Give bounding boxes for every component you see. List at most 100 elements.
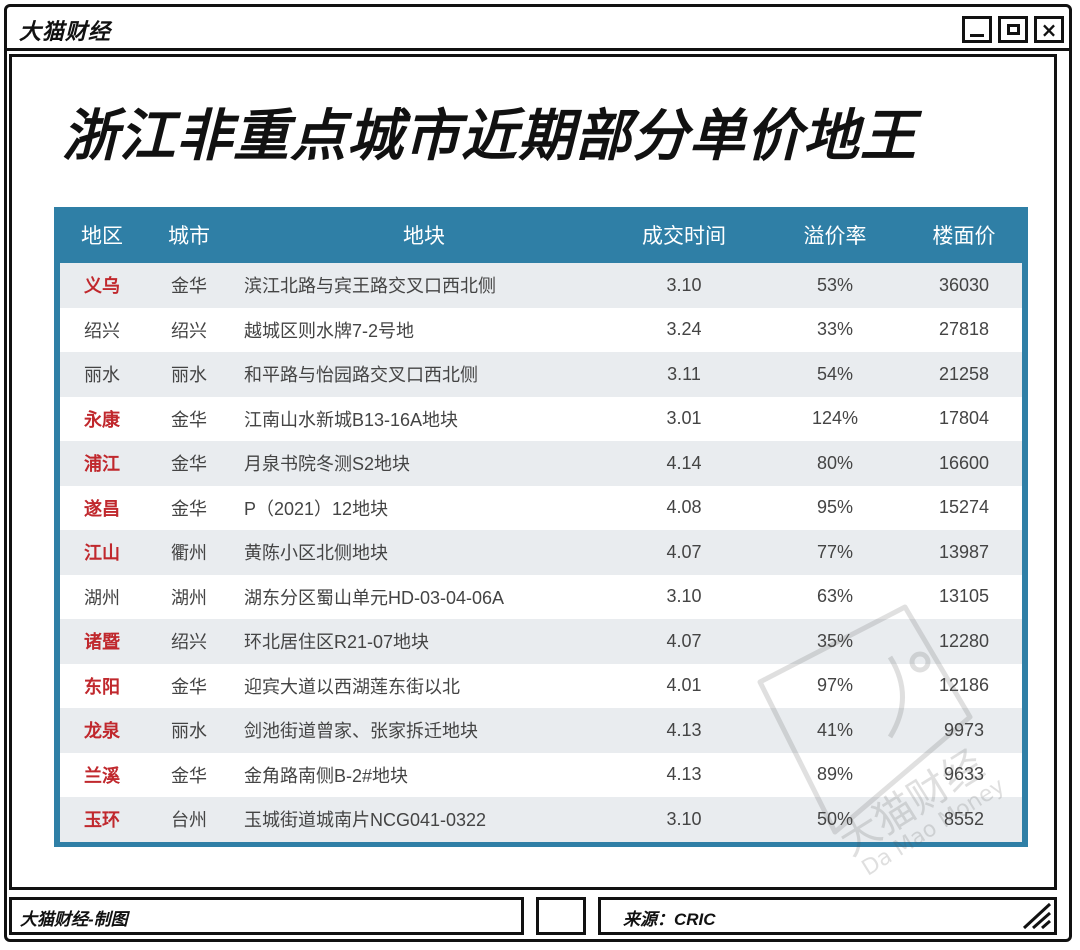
- app-title: 大猫财经: [19, 19, 112, 44]
- cell-region: 湖州: [84, 587, 120, 608]
- cell-date: 3.11: [667, 363, 701, 384]
- cell-floor-price: 8552: [943, 808, 985, 829]
- cell-floor-price: 16600: [938, 452, 990, 473]
- table-row: 浦江 金华 月泉书院冬测S2地块 4.14 80% 16600: [60, 441, 1022, 486]
- cell-region: 丽水: [84, 365, 120, 386]
- table-row: 玉环 台州 玉城街道城南片NCG041-0322 3.10 50% 8552: [60, 797, 1022, 842]
- close-button[interactable]: ×: [1034, 16, 1064, 43]
- cell-premium: 50%: [816, 808, 854, 829]
- cell-premium: 124%: [811, 408, 859, 429]
- cell-premium: 89%: [816, 764, 854, 785]
- cell-premium: 35%: [816, 630, 854, 651]
- cell-plot: 和平路与怡园路交叉口西北侧: [244, 365, 478, 386]
- header-premium: 溢价率: [803, 225, 867, 248]
- cell-floor-price: 17804: [938, 408, 990, 429]
- cell-plot: 越城区则水牌7-2号地: [244, 320, 415, 341]
- cell-floor-price: 21258: [938, 363, 990, 384]
- header-region: 地区: [81, 225, 123, 248]
- title-bar: 大猫财经 ×: [7, 7, 1069, 51]
- cell-premium: 97%: [816, 675, 854, 696]
- cell-plot: 迎宾大道以西湖莲东街以北: [244, 676, 460, 697]
- land-price-table: 地区 城市 地块 成交时间 溢价率 楼面价 义乌 金华 滨江北路与宾王路交叉口西北侧…: [54, 207, 1028, 847]
- cell-city: 金华: [171, 409, 207, 430]
- cell-city: 丽水: [171, 721, 207, 742]
- cell-premium: 33%: [816, 319, 854, 340]
- table-row: 义乌 金华 滨江北路与宾王路交叉口西北侧 3.10 53% 36030: [60, 263, 1022, 308]
- close-icon: ×: [1040, 17, 1058, 42]
- cell-floor-price: 15274: [938, 497, 990, 518]
- cell-date: 4.13: [666, 764, 702, 785]
- cell-city: 金华: [171, 454, 207, 475]
- resize-grip-icon[interactable]: [1018, 900, 1052, 930]
- table-row: 湖州 湖州 湖东分区蜀山单元HD-03-04-06A 3.10 63% 13105: [60, 574, 1022, 619]
- cell-region: 江山: [84, 543, 120, 564]
- cell-date: 4.07: [666, 541, 702, 562]
- cell-region: 玉环: [84, 810, 120, 831]
- footer-credit-box: 大猫财经-制图: [9, 897, 524, 935]
- page-title: 浙江非重点城市近期部分单价地王: [62, 104, 917, 167]
- cell-plot: 剑池街道曾家、张家拆迁地块: [244, 721, 478, 742]
- header-date: 成交时间: [642, 225, 726, 248]
- cell-premium: 63%: [816, 586, 854, 607]
- table-row: 兰溪 金华 金角路南侧B-2#地块 4.13 89% 9633: [60, 752, 1022, 797]
- cell-city: 金华: [171, 498, 207, 519]
- cell-city: 湖州: [171, 587, 207, 608]
- cell-floor-price: 12280: [938, 630, 990, 651]
- cell-premium: 54%: [816, 363, 854, 384]
- table-header: 地区 城市 地块 成交时间 溢价率 楼面价: [60, 207, 1022, 263]
- footer-spacer-box: [536, 897, 586, 935]
- minimize-button[interactable]: [962, 16, 992, 43]
- table-row: 丽水 丽水 和平路与怡园路交叉口西北侧 3.11 54% 21258: [60, 352, 1022, 397]
- cell-premium: 41%: [816, 719, 854, 740]
- cell-floor-price: 9973: [943, 719, 985, 740]
- cell-premium: 77%: [816, 541, 854, 562]
- minimize-icon: [970, 34, 984, 37]
- cell-city: 绍兴: [171, 632, 207, 653]
- cell-date: 4.13: [666, 719, 702, 740]
- cell-region: 龙泉: [84, 721, 120, 742]
- cell-region: 诸暨: [84, 632, 120, 653]
- cell-region: 义乌: [84, 276, 120, 297]
- maximize-button[interactable]: [998, 16, 1028, 43]
- cell-date: 3.10: [666, 586, 702, 607]
- cell-region: 遂昌: [84, 498, 120, 519]
- cell-plot: 金角路南侧B-2#地块: [244, 765, 409, 786]
- table-row: 龙泉 丽水 剑池街道曾家、张家拆迁地块 4.13 41% 9973: [60, 708, 1022, 753]
- cell-date: 4.14: [666, 452, 702, 473]
- table-row: 江山 衢州 黄陈小区北侧地块 4.07 77% 13987: [60, 530, 1022, 575]
- table-row: 绍兴 绍兴 越城区则水牌7-2号地 3.24 33% 27818: [60, 307, 1022, 352]
- header-plot: 地块: [403, 225, 445, 248]
- cell-city: 绍兴: [171, 320, 207, 341]
- cell-floor-price: 9633: [943, 764, 985, 785]
- cell-plot: 黄陈小区北侧地块: [244, 543, 388, 564]
- cell-date: 3.24: [666, 319, 702, 340]
- cell-floor-price: 27818: [938, 319, 990, 340]
- cell-floor-price: 13105: [938, 586, 990, 607]
- table-row: 永康 金华 江南山水新城B13-16A地块 3.01 124% 17804: [60, 396, 1022, 441]
- cell-region: 永康: [84, 409, 120, 430]
- cell-region: 绍兴: [84, 320, 120, 341]
- cell-floor-price: 13987: [938, 541, 990, 562]
- cell-date: 3.10: [666, 274, 702, 295]
- cell-plot: 环北居住区R21-07地块: [244, 632, 430, 653]
- cell-city: 金华: [171, 676, 207, 697]
- cell-premium: 95%: [816, 497, 854, 518]
- cell-region: 兰溪: [84, 765, 120, 786]
- cell-city: 金华: [171, 276, 207, 297]
- table-row: 诸暨 绍兴 环北居住区R21-07地块 4.07 35% 12280: [60, 619, 1022, 664]
- cell-date: 3.10: [666, 808, 702, 829]
- cell-premium: 53%: [816, 274, 854, 295]
- cell-plot: 湖东分区蜀山单元HD-03-04-06A: [244, 587, 505, 608]
- cell-region: 东阳: [84, 676, 120, 697]
- footer-credit: 大猫财经-制图: [20, 910, 128, 929]
- cell-city: 衢州: [171, 543, 207, 564]
- maximize-icon: [1006, 24, 1020, 35]
- cell-floor-price: 36030: [938, 274, 990, 295]
- table-row: 东阳 金华 迎宾大道以西湖莲东街以北 4.01 97% 12186: [60, 663, 1022, 708]
- cell-date: 4.08: [666, 497, 702, 518]
- cell-city: 台州: [171, 810, 207, 831]
- table-body: 义乌 金华 滨江北路与宾王路交叉口西北侧 3.10 53% 36030 绍兴 绍兴 越城区则水牌…: [60, 263, 1022, 842]
- cell-plot: P（2021）12地块: [244, 498, 389, 519]
- cell-plot: 滨江北路与宾王路交叉口西北侧: [244, 276, 496, 297]
- header-floor-price: 楼面价: [932, 225, 996, 248]
